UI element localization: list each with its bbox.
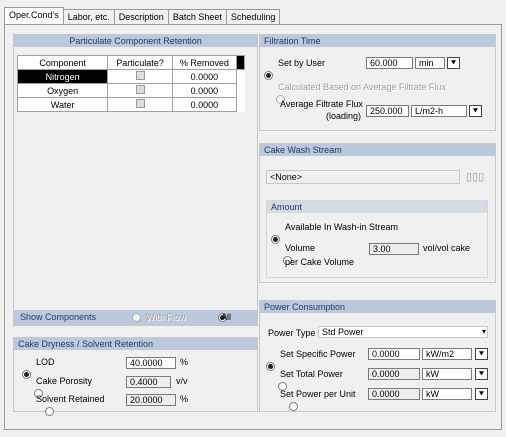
tab-scheduling[interactable]: Scheduling [225, 9, 281, 24]
all-label: All [221, 312, 232, 322]
tab-batch-sheet[interactable]: Batch Sheet [167, 9, 227, 24]
column-header-component: Component [16, 55, 109, 70]
porosity-input[interactable]: 0.4000 [126, 376, 171, 388]
power-type-select[interactable]: Std Power [318, 326, 488, 338]
column-header-particulate: Particulate? [107, 55, 173, 70]
available-label: Available In Wash-in Stream [285, 222, 399, 232]
solvent-input[interactable]: 20.0000 [126, 394, 176, 406]
volume-sublabel: per Cake Volume [285, 257, 355, 267]
porosity-label: Cake Porosity [36, 376, 93, 386]
component-cell[interactable]: Water [16, 97, 109, 112]
per-unit-power-label: Set Power per Unit [280, 389, 356, 399]
lod-label: LOD [36, 357, 55, 367]
tab-bar: Oper.Cond's Labor, etc. Description Batc… [4, 7, 281, 24]
volume-label: Volume [285, 243, 316, 253]
show-components-bar: Show Components With Flow All [14, 310, 257, 325]
solvent-label: Solvent Retained [36, 394, 105, 404]
particulate-table: Component Particulate? % Removed Nitroge… [16, 55, 245, 112]
per-unit-power-radio[interactable] [289, 402, 299, 412]
with-flow-label: With Flow [146, 312, 186, 322]
power-title: Power Consumption [260, 301, 495, 313]
tab-labor[interactable]: Labor, etc. [62, 9, 115, 24]
filtration-title: Filtration Time [260, 35, 495, 47]
volume-input[interactable]: 3.00 [369, 243, 419, 255]
per-unit-power-input[interactable]: 0.0000 [368, 388, 420, 400]
with-flow-radio[interactable] [132, 313, 141, 323]
total-power-input[interactable]: 0.0000 [368, 368, 420, 380]
flux-sublabel: (loading) [326, 111, 362, 121]
cake-wash-title: Cake Wash Stream [260, 144, 495, 156]
specific-power-label: Set Specific Power [280, 349, 356, 359]
total-power-unit[interactable]: kW [422, 368, 472, 380]
power-group: Power Consumption Power Type Std Power ▾… [259, 300, 496, 412]
particulate-title: Particulate Component Retention [14, 35, 257, 47]
flux-unit[interactable]: L/m2-h [411, 105, 467, 117]
particulate-checkbox-cell[interactable] [107, 97, 173, 112]
table-row[interactable]: Nitrogen 0.0000 [16, 69, 245, 84]
power-type-chevron-icon[interactable]: ▾ [482, 327, 486, 336]
cake-dryness-title: Cake Dryness / Solvent Retention [14, 338, 257, 350]
removed-cell[interactable]: 0.0000 [171, 83, 238, 98]
flux-label: Average Filtrate Flux [280, 99, 363, 109]
volume-unit: vol/vol cake [423, 243, 471, 253]
particulate-checkbox-cell[interactable] [107, 69, 173, 84]
cake-dryness-group: Cake Dryness / Solvent Retention LOD 40.… [13, 337, 258, 417]
specific-power-radio[interactable] [266, 362, 275, 372]
filtration-time-input[interactable]: 60.000 [366, 57, 413, 69]
particulate-checkbox[interactable] [135, 71, 145, 80]
tab-description[interactable]: Description [113, 9, 169, 24]
flux-unit-dropdown-icon[interactable]: ⯆ [469, 105, 482, 117]
filtration-group: Filtration Time Set by User 60.000 min ⯆… [259, 34, 496, 131]
specific-power-unit[interactable]: kW/m2 [422, 348, 472, 360]
amount-group: Amount Available In Wash-in Stream Volum… [266, 200, 488, 278]
set-by-user-label: Set by User [278, 58, 326, 68]
particulate-checkbox-cell[interactable] [107, 83, 173, 98]
calculated-label: Calculated Based on Average Filtrate Flu… [278, 82, 446, 92]
tab-oper-conds[interactable]: Oper.Cond's [4, 7, 64, 24]
total-unit-dropdown-icon[interactable]: ⯆ [475, 368, 488, 380]
table-row[interactable]: Oxygen 0.0000 [16, 83, 245, 98]
row-spacer [236, 69, 245, 84]
cake-wash-group: Cake Wash Stream <None> ▯▯▯ Amount Avail… [259, 143, 496, 283]
lod-unit: % [180, 357, 189, 367]
solvent-unit: % [180, 394, 189, 404]
flux-input[interactable]: 250.000 [366, 105, 409, 117]
set-by-user-radio[interactable] [264, 71, 273, 81]
stream-options-icon[interactable]: ▯▯▯ [466, 170, 484, 183]
porosity-unit: v/v [176, 376, 188, 386]
lod-radio[interactable] [22, 370, 31, 380]
row-spacer [236, 83, 245, 98]
filtration-time-unit[interactable]: min [415, 57, 445, 69]
particulate-group: Particulate Component Retention Componen… [13, 34, 258, 326]
specific-unit-dropdown-icon[interactable]: ⯆ [475, 348, 488, 360]
total-power-label: Set Total Power [280, 369, 343, 379]
removed-cell[interactable]: 0.0000 [171, 69, 238, 84]
component-cell[interactable]: Nitrogen [16, 69, 109, 84]
wash-stream-select[interactable]: <None> [266, 170, 460, 184]
table-row[interactable]: Water 0.0000 [16, 97, 245, 112]
time-unit-dropdown-icon[interactable]: ⯆ [447, 57, 460, 69]
per-unit-dropdown-icon[interactable]: ⯆ [475, 388, 488, 400]
removed-cell[interactable]: 0.0000 [171, 97, 238, 112]
row-spacer [236, 97, 245, 112]
per-unit-power-unit[interactable]: kW [422, 388, 472, 400]
show-components-label: Show Components [20, 312, 97, 322]
specific-power-input[interactable]: 0.0000 [368, 348, 420, 360]
column-header-removed: % Removed [171, 55, 238, 70]
particulate-checkbox[interactable] [135, 85, 145, 94]
component-cell[interactable]: Oxygen [16, 83, 109, 98]
available-radio[interactable] [271, 235, 280, 245]
particulate-checkbox[interactable] [135, 99, 145, 108]
amount-title: Amount [267, 201, 487, 213]
power-type-label: Power Type [268, 328, 316, 338]
lod-input[interactable]: 40.0000 [126, 357, 176, 369]
row-selector-column [236, 55, 245, 70]
